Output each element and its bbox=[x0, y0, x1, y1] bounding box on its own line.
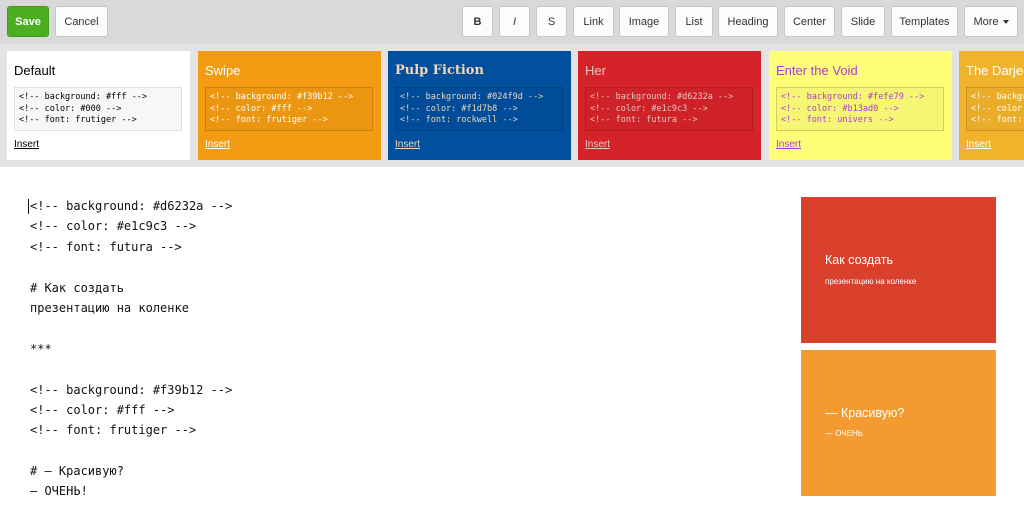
editor-line: — ОЧЕНЬ! bbox=[30, 484, 88, 499]
template-name: The Darjeeling bbox=[966, 63, 1024, 78]
markdown-editor[interactable]: <!-- background: #d6232a --> <!-- color:… bbox=[28, 196, 770, 502]
editor-line: # — Красивую? bbox=[30, 464, 124, 479]
image-button[interactable]: Image bbox=[619, 6, 669, 37]
center-button[interactable]: Center bbox=[784, 6, 835, 37]
template-code: <!-- background: #f39b12 --> <!-- color:… bbox=[205, 87, 373, 131]
link-button[interactable]: Link bbox=[573, 6, 614, 37]
slide-button[interactable]: Slide bbox=[841, 6, 885, 37]
template-name: Swipe bbox=[205, 63, 241, 78]
templates-button[interactable]: Templates bbox=[891, 6, 958, 37]
save-button[interactable]: Save bbox=[7, 6, 49, 37]
slide-title: — Красивую? bbox=[825, 406, 905, 420]
template-card-the-darjeeling: The Darjeeling <!-- background: #f1b32c … bbox=[959, 51, 1024, 160]
editor-line: *** bbox=[30, 341, 52, 356]
editor-line: # Как создать bbox=[30, 280, 124, 295]
slide-title: Как создать bbox=[825, 253, 894, 267]
strikethrough-button[interactable]: S bbox=[536, 6, 567, 37]
template-name: Her bbox=[585, 63, 606, 78]
editor-line: <!-- color: #e1c9c3 --> bbox=[30, 219, 197, 234]
editor-line: <!-- background: #f39b12 --> bbox=[30, 382, 233, 397]
template-card-swipe: Swipe <!-- background: #f39b12 --> <!-- … bbox=[198, 51, 381, 160]
template-code: <!-- background: #fefe79 --> <!-- color:… bbox=[776, 87, 944, 131]
template-code: <!-- background: #d6232a --> <!-- color:… bbox=[585, 87, 753, 131]
text-cursor bbox=[28, 199, 29, 214]
list-button[interactable]: List bbox=[675, 6, 713, 37]
template-card-her: Her <!-- background: #d6232a --> <!-- co… bbox=[578, 51, 761, 160]
template-card-enter-the-void: Enter the Void <!-- background: #fefe79 … bbox=[769, 51, 952, 160]
template-name: Default bbox=[14, 63, 56, 78]
template-insert-link[interactable]: Insert bbox=[205, 139, 230, 150]
templates-strip: Default <!-- background: #fff --> <!-- c… bbox=[0, 44, 1024, 167]
template-code: <!-- background: #f1b32c --> <!-- color:… bbox=[966, 87, 1024, 131]
template-insert-link[interactable]: Insert bbox=[966, 139, 991, 150]
heading-button[interactable]: Heading bbox=[718, 6, 778, 37]
italic-button[interactable]: I bbox=[499, 6, 530, 37]
template-name: Pulp Fiction bbox=[395, 63, 484, 78]
bold-button[interactable]: B bbox=[462, 6, 493, 37]
template-insert-link[interactable]: Insert bbox=[14, 139, 39, 150]
slide-preview-1[interactable]: Как создать презентацию на коленке bbox=[801, 197, 996, 343]
cancel-button[interactable]: Cancel bbox=[55, 6, 108, 37]
template-card-pulp-fiction: Pulp Fiction <!-- background: #024f9d --… bbox=[388, 51, 571, 160]
editor-line: <!-- background: #d6232a --> bbox=[30, 199, 233, 213]
slide-subtitle: презентацию на коленке bbox=[825, 277, 917, 286]
more-button[interactable]: More bbox=[964, 6, 1018, 37]
editor-line: <!-- font: frutiger --> bbox=[30, 423, 197, 438]
editor-line: <!-- font: futura --> bbox=[30, 239, 182, 254]
editor-line: презентацию на коленке bbox=[30, 300, 189, 315]
slide-subtitle: — ОЧЕНЬ bbox=[825, 429, 863, 438]
template-insert-link[interactable]: Insert bbox=[776, 139, 801, 150]
caret-down-icon bbox=[1002, 19, 1009, 24]
slide-preview-2[interactable]: — Красивую? — ОЧЕНЬ bbox=[801, 350, 996, 496]
template-card-default: Default <!-- background: #fff --> <!-- c… bbox=[7, 51, 190, 160]
template-code: <!-- background: #fff --> <!-- color: #0… bbox=[14, 87, 182, 131]
template-name: Enter the Void bbox=[776, 63, 858, 78]
more-label: More bbox=[973, 15, 999, 28]
template-code: <!-- background: #024f9d --> <!-- color:… bbox=[395, 87, 563, 131]
template-insert-link[interactable]: Insert bbox=[395, 139, 420, 150]
template-insert-link[interactable]: Insert bbox=[585, 139, 610, 150]
toolbar: Save Cancel B I S Link Image List Headin… bbox=[0, 0, 1024, 44]
editor-line: <!-- color: #fff --> bbox=[30, 402, 175, 417]
